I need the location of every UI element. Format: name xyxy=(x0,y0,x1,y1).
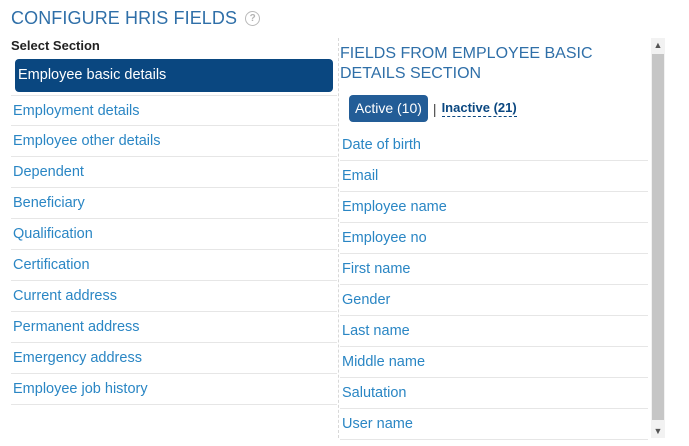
select-section-label: Select Section xyxy=(11,38,100,53)
fields-panel: FIELDS FROM EMPLOYEE BASIC DETAILS SECTI… xyxy=(340,44,648,440)
field-item[interactable]: First name xyxy=(340,254,648,285)
field-item[interactable]: Middle name xyxy=(340,347,648,378)
section-panel: Select Section Employee basic details Em… xyxy=(11,38,337,405)
field-list: Date of birth Email Employee name Employ… xyxy=(340,130,648,440)
tab-separator: | xyxy=(432,100,437,117)
status-tabs: Active (10) | Inactive (21) xyxy=(349,95,648,122)
section-item-qualification[interactable]: Qualification xyxy=(11,219,337,250)
section-item-dependent[interactable]: Dependent xyxy=(11,157,337,188)
section-item-emergency-address[interactable]: Emergency address xyxy=(11,343,337,374)
scrollbar-thumb[interactable] xyxy=(652,54,664,420)
section-item-beneficiary[interactable]: Beneficiary xyxy=(11,188,337,219)
fields-title: FIELDS FROM EMPLOYEE BASIC DETAILS SECTI… xyxy=(340,45,593,82)
section-item-permanent-address[interactable]: Permanent address xyxy=(11,312,337,343)
section-item-employee-other-details[interactable]: Employee other details xyxy=(11,126,337,157)
field-item[interactable]: Salutation xyxy=(340,378,648,409)
section-item-employee-basic-details[interactable]: Employee basic details xyxy=(15,59,333,92)
field-item[interactable]: Employee name xyxy=(340,192,648,223)
tab-inactive[interactable]: Inactive (21) xyxy=(441,100,517,117)
section-item-employee-job-history[interactable]: Employee job history xyxy=(11,374,337,405)
vertical-scrollbar[interactable]: ▲ ▼ xyxy=(651,38,665,438)
section-item-certification[interactable]: Certification xyxy=(11,250,337,281)
field-item[interactable]: Date of birth xyxy=(340,130,648,161)
field-item[interactable]: User name xyxy=(340,409,648,440)
scroll-down-arrow-icon[interactable]: ▼ xyxy=(651,424,665,438)
page-header: CONFIGURE HRIS FIELDS ? xyxy=(11,8,261,29)
help-icon[interactable]: ? xyxy=(245,11,261,26)
field-item[interactable]: Email xyxy=(340,161,648,192)
field-item[interactable]: Last name xyxy=(340,316,648,347)
tab-active[interactable]: Active (10) xyxy=(349,95,428,122)
section-item-employment-details[interactable]: Employment details xyxy=(11,95,337,126)
section-item-current-address[interactable]: Current address xyxy=(11,281,337,312)
panel-divider xyxy=(338,38,339,438)
scroll-up-arrow-icon[interactable]: ▲ xyxy=(651,38,665,52)
field-item[interactable]: Gender xyxy=(340,285,648,316)
field-item[interactable]: Employee no xyxy=(340,223,648,254)
section-list: Employment details Employee other detail… xyxy=(11,95,337,405)
page-title: CONFIGURE HRIS FIELDS xyxy=(11,8,238,28)
